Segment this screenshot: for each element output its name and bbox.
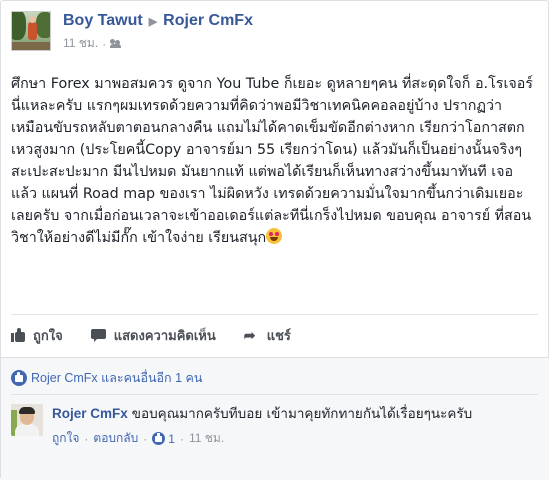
comment-reply-link[interactable]: ตอบกลับ [93, 429, 138, 448]
like-button[interactable]: ถูกใจ [11, 325, 63, 346]
triangle-right-icon: ▶ [148, 15, 158, 28]
like-label: ถูกใจ [33, 327, 63, 343]
comment-text: ขอบคุณมากครับทีบอย เข้ามาคุยทักทายกันได้… [131, 406, 473, 422]
comment-label: แสดงความคิดเห็น [113, 327, 216, 343]
post-body: ศึกษา Forex มาพอสมควร ดูจาก You Tube ก็เ… [11, 73, 536, 249]
post-header: Boy Tawut ▶ Rojer CmFx 11 ชม. · [11, 11, 253, 57]
divider [11, 314, 538, 315]
separator-dot: · [143, 431, 148, 446]
comment-bubble-icon [90, 328, 106, 342]
thumbs-up-icon [11, 328, 25, 342]
separator-dot: · [179, 431, 184, 446]
comment-button[interactable]: แสดงความคิดเห็น [90, 325, 216, 346]
reactions-summary[interactable]: Rojer CmFx และคนอื่นอีก 1 คน [11, 368, 202, 388]
friends-audience-icon[interactable] [110, 39, 122, 48]
like-reaction-icon [11, 370, 27, 386]
comment-like-count[interactable]: 1 [168, 432, 175, 446]
like-reaction-icon [152, 432, 166, 445]
separator-dot: · [102, 36, 107, 51]
separator-dot: · [84, 431, 89, 446]
post-timestamp[interactable]: 11 ชม. [63, 34, 98, 53]
commenter-avatar[interactable] [11, 404, 43, 436]
comment-actions: ถูกใจ · ตอบกลับ · 1 · 11 ชม. [52, 429, 522, 448]
post-actions: ถูกใจ แสดงความคิดเห็น ➦ แชร์ [11, 321, 319, 349]
share-arrow-icon: ➦ [243, 326, 256, 343]
share-button[interactable]: ➦ แชร์ [244, 325, 291, 346]
author-avatar[interactable] [11, 11, 51, 51]
share-label: แชร์ [266, 327, 291, 343]
comment-item: Rojer CmFx ขอบคุณมากครับทีบอย เข้ามาคุยทั… [11, 404, 522, 448]
reactions-text: Rojer CmFx และคนอื่นอีก 1 คน [31, 371, 203, 385]
post-card: Boy Tawut ▶ Rojer CmFx 11 ชม. · ศึกษา Fo… [0, 0, 549, 480]
heart-eyes-emoji-icon [266, 228, 283, 244]
comment-like-link[interactable]: ถูกใจ [52, 429, 79, 448]
divider [11, 394, 538, 395]
feedback-section: Rojer CmFx และคนอื่นอีก 1 คน Rojer CmFx ข… [1, 358, 549, 480]
comment-timestamp[interactable]: 11 ชม. [189, 429, 224, 448]
post-meta: Boy Tawut ▶ Rojer CmFx 11 ชม. · [63, 12, 253, 53]
author-name-link[interactable]: Boy Tawut [63, 12, 143, 30]
target-name-link[interactable]: Rojer CmFx [163, 12, 253, 30]
commenter-name-link[interactable]: Rojer CmFx [52, 406, 128, 421]
post-body-text: ศึกษา Forex มาพอสมควร ดูจาก You Tube ก็เ… [11, 76, 533, 246]
comment-text-block: Rojer CmFx ขอบคุณมากครับทีบอย เข้ามาคุยทั… [52, 404, 522, 424]
